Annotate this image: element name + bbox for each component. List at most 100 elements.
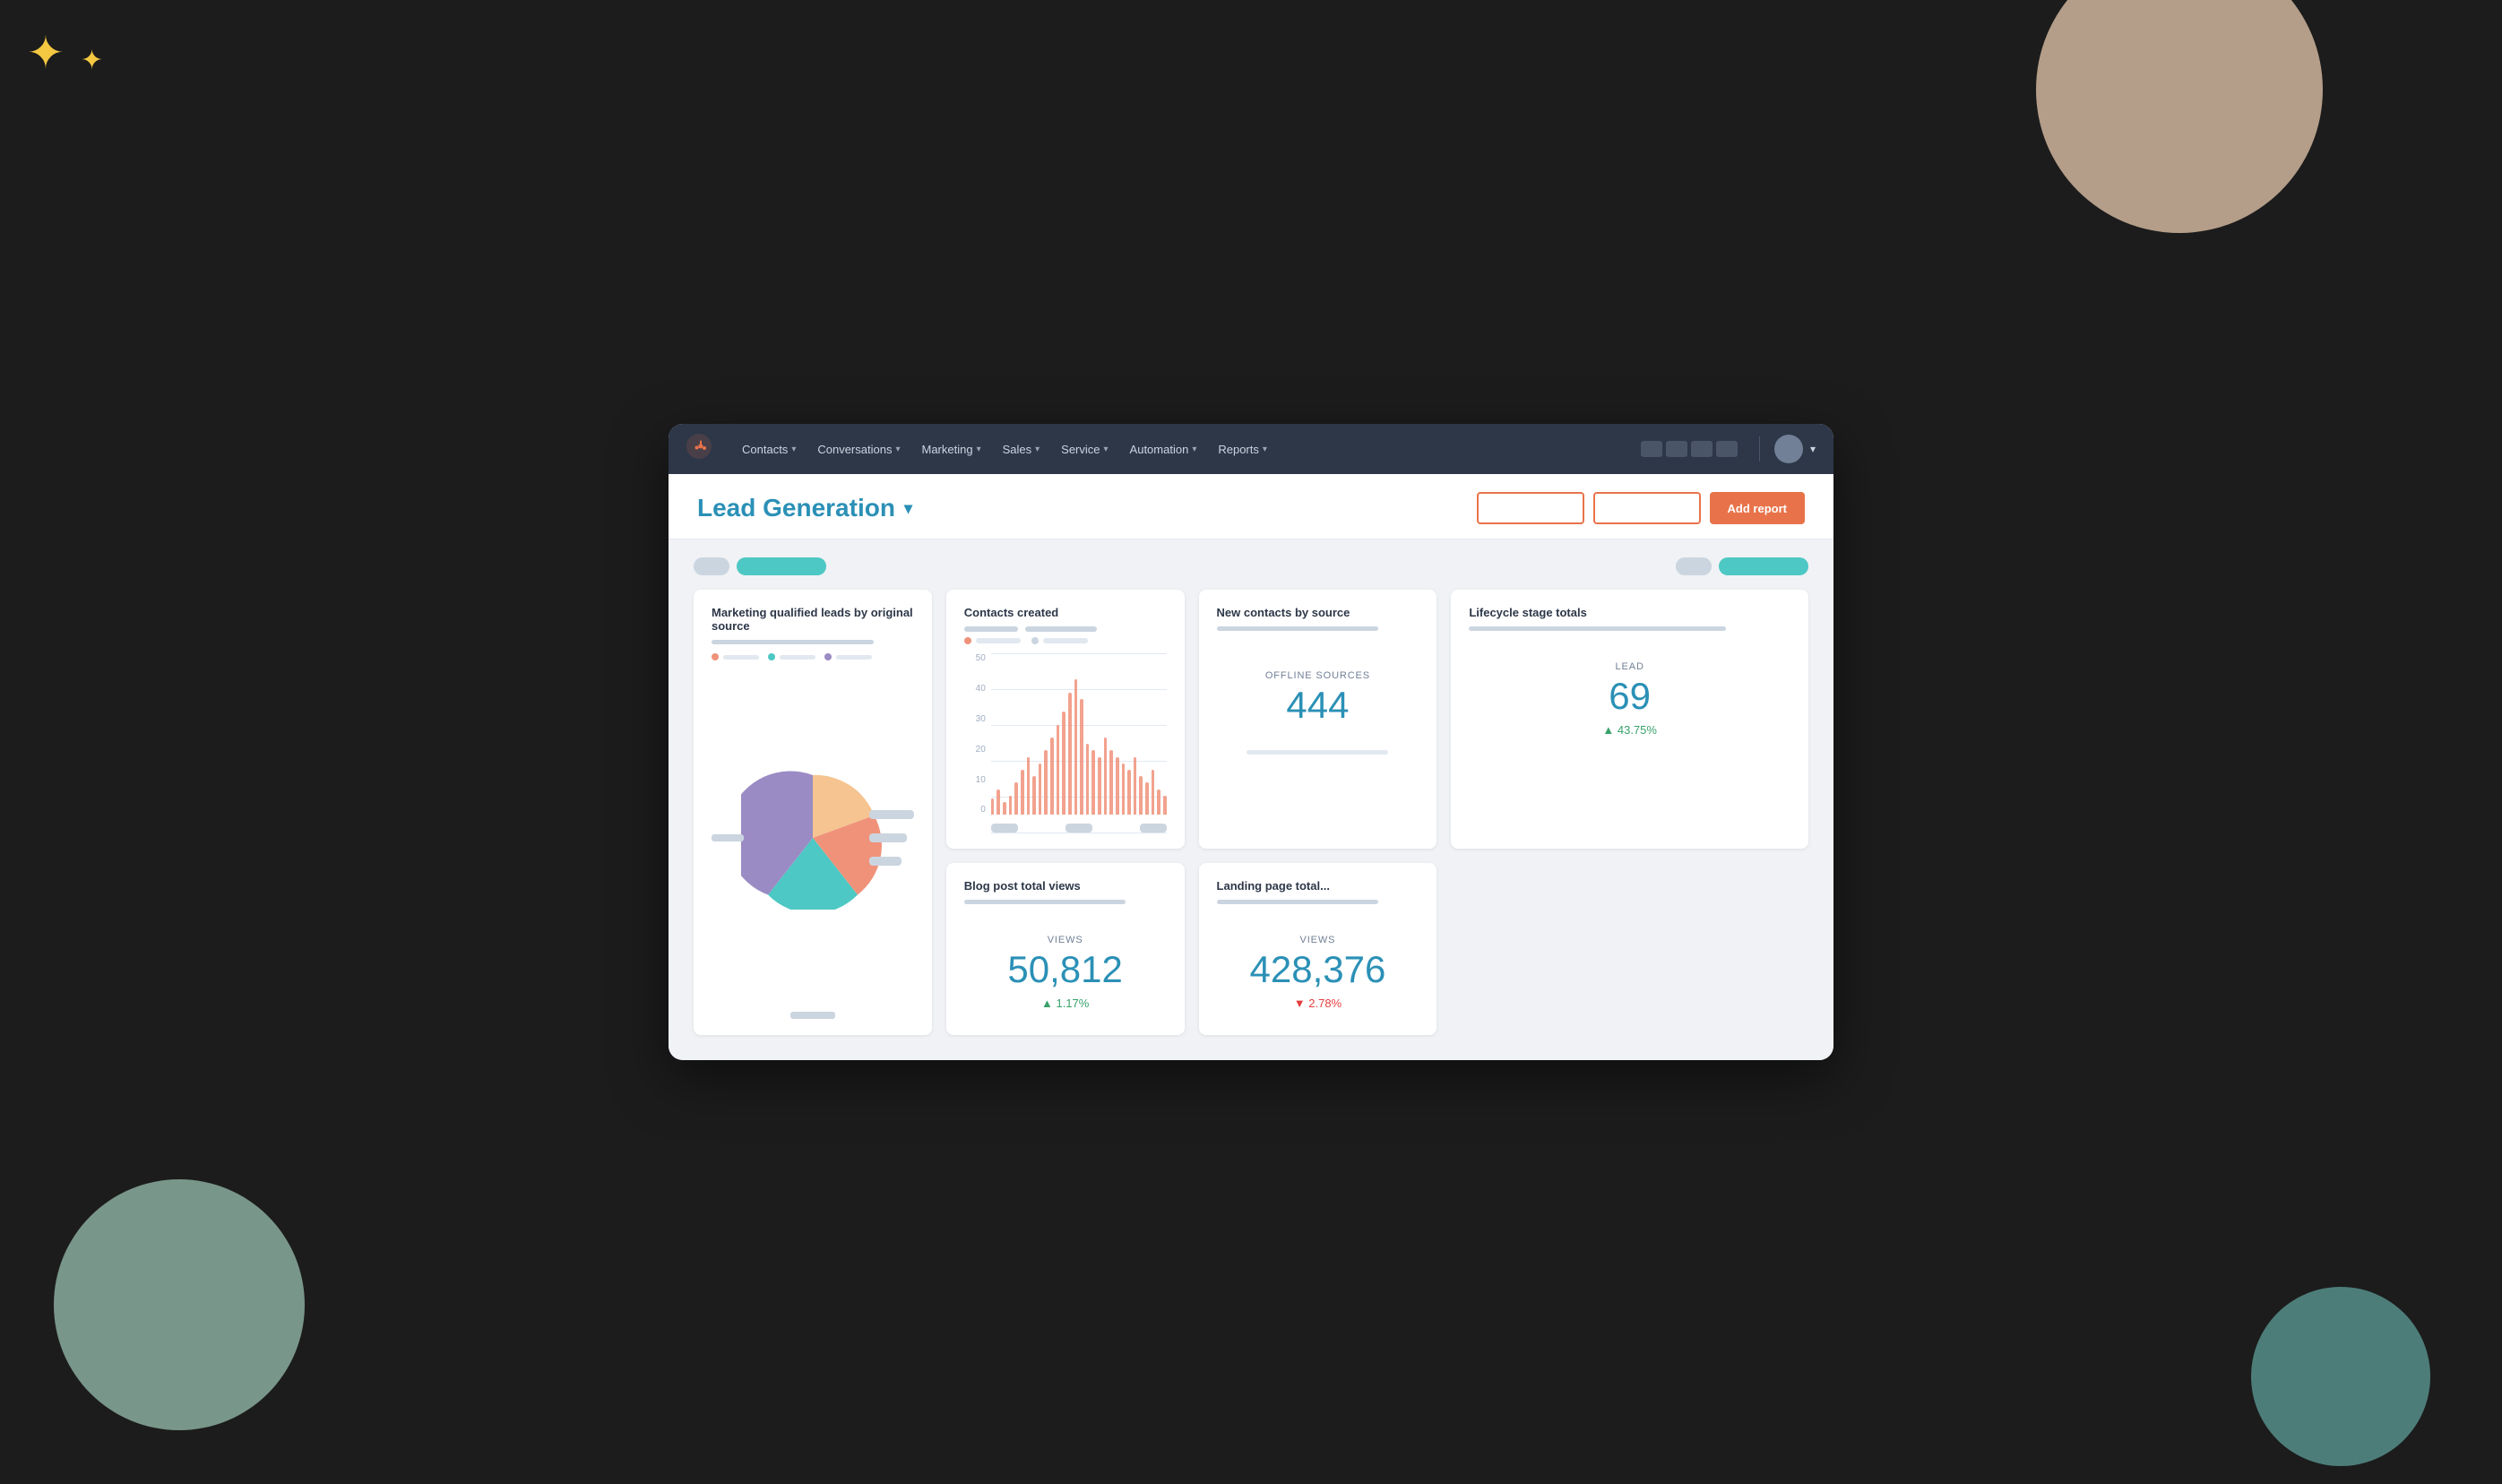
- filter-pill-2[interactable]: [737, 557, 826, 575]
- nav-conversations-label: Conversations: [817, 443, 892, 456]
- chart-y-labels: 50 40 30 20 10 0: [964, 653, 986, 815]
- pie-chart-area: [712, 671, 914, 1004]
- ls-category: LEAD: [1469, 661, 1790, 672]
- cc-bar-2: [1025, 626, 1097, 632]
- bg-circle-green: [54, 1179, 305, 1430]
- pie-dot-1: [712, 653, 719, 660]
- bar-22: [1122, 764, 1126, 815]
- nav-item-automation[interactable]: Automation ▾: [1121, 437, 1206, 462]
- nav-reports-label: Reports: [1218, 443, 1259, 456]
- bar-8: [1039, 764, 1042, 815]
- nav-item-marketing[interactable]: Marketing ▾: [912, 437, 989, 462]
- ls-subtitle-bar: [1469, 626, 1726, 631]
- y-label-40: 40: [964, 684, 986, 694]
- header-actions: Add report: [1477, 492, 1805, 524]
- dashboard-header: Lead Generation ▾ Add report: [669, 474, 1833, 539]
- hubspot-logo[interactable]: [686, 434, 712, 464]
- pie-side-label-1: [869, 810, 914, 819]
- browser-window: Contacts ▾ Conversations ▾ Marketing ▾ S…: [669, 424, 1833, 1059]
- y-label-20: 20: [964, 745, 986, 755]
- lifecycle-title: Lifecycle stage totals: [1469, 606, 1790, 619]
- lp-change-value: 2.78%: [1308, 997, 1342, 1010]
- arrow-up-icon: ▲: [1602, 723, 1614, 737]
- nav-grid-icon-1[interactable]: [1641, 441, 1662, 457]
- star-large-icon: ✦: [27, 27, 65, 79]
- filter-button-1[interactable]: [1477, 492, 1584, 524]
- nav-item-service[interactable]: Service ▾: [1052, 437, 1117, 462]
- nav-item-sales[interactable]: Sales ▾: [994, 437, 1049, 462]
- pie-legend-2: [768, 653, 815, 660]
- bar-26: [1145, 782, 1149, 815]
- cc-bar-1: [964, 626, 1018, 632]
- navbar: Contacts ▾ Conversations ▾ Marketing ▾ S…: [669, 424, 1833, 474]
- nav-item-reports[interactable]: Reports ▾: [1209, 437, 1276, 462]
- nav-marketing-label: Marketing: [921, 443, 972, 456]
- pie-chart-svg: [741, 766, 884, 910]
- nav-grid-icon-4[interactable]: [1716, 441, 1738, 457]
- bv-subtitle-bar: [964, 900, 1126, 904]
- new-contacts-title: New contacts by source: [1217, 606, 1419, 619]
- y-label-30: 30: [964, 714, 986, 724]
- pie-side-label-3: [869, 857, 902, 866]
- nav-grid-icon-2[interactable]: [1666, 441, 1687, 457]
- nav-avatar-chevron[interactable]: ▾: [1810, 443, 1816, 455]
- pie-legend-label-1: [723, 655, 759, 660]
- contacts-chart-area: 50 40 30 20 10 0: [964, 653, 1167, 833]
- bv-change: ▲ 1.17%: [964, 997, 1167, 1010]
- bar-27: [1152, 770, 1155, 815]
- dashboard-title: Lead Generation ▾: [697, 494, 912, 522]
- nav-conversations-chevron: ▾: [895, 444, 900, 454]
- nav-reports-chevron: ▾: [1263, 444, 1267, 454]
- filter-button-2[interactable]: [1593, 492, 1701, 524]
- contacts-created-card: Contacts created: [946, 590, 1185, 849]
- pie-legend-1: [712, 653, 759, 660]
- bar-20: [1109, 750, 1113, 815]
- bg-circle-teal: [2251, 1287, 2430, 1466]
- bv-arrow-icon: ▲: [1041, 997, 1053, 1010]
- bar-28: [1157, 789, 1160, 815]
- legend-label-1: [976, 638, 1021, 643]
- nav-item-conversations[interactable]: Conversations ▾: [808, 437, 909, 462]
- filter-pill-4[interactable]: [1719, 557, 1808, 575]
- pie-label-left: [712, 834, 744, 841]
- filter-pill-3[interactable]: [1676, 557, 1712, 575]
- bar-12: [1062, 712, 1066, 815]
- bv-stat-area: VIEWS 50,812 ▲ 1.17%: [964, 926, 1167, 1018]
- pie-dot-3: [824, 653, 832, 660]
- lp-arrow-icon: ▼: [1294, 997, 1306, 1010]
- nav-grid-icon-3[interactable]: [1691, 441, 1713, 457]
- pie-legend-label-3: [836, 655, 872, 660]
- bar-11: [1057, 725, 1060, 815]
- ncs-stat-area: OFFLINE SOURCES 444: [1217, 652, 1419, 735]
- bar-24: [1134, 757, 1137, 815]
- chart-legend: [964, 637, 1167, 644]
- nav-sales-chevron: ▾: [1035, 444, 1040, 454]
- lp-value: 428,376: [1217, 949, 1419, 990]
- lp-stat-area: VIEWS 428,376 ▼ 2.78%: [1217, 926, 1419, 1018]
- bar-13: [1068, 693, 1072, 815]
- add-report-button[interactable]: Add report: [1710, 492, 1805, 524]
- avatar[interactable]: [1774, 435, 1803, 463]
- pie-bottom-label: [790, 1012, 835, 1019]
- pie-left-label: [712, 834, 744, 841]
- pie-legend: [712, 653, 914, 660]
- filter-pill-1[interactable]: [694, 557, 729, 575]
- legend-label-2: [1043, 638, 1088, 643]
- chart-bars: [991, 653, 1167, 815]
- chart-x-labels: [991, 824, 1167, 833]
- nav-items: Contacts ▾ Conversations ▾ Marketing ▾ S…: [733, 437, 1634, 462]
- bar-9: [1044, 750, 1048, 815]
- navbar-right: ▾: [1641, 435, 1816, 463]
- lp-change: ▼ 2.78%: [1217, 997, 1419, 1010]
- title-chevron-icon[interactable]: ▾: [904, 499, 912, 518]
- page-wrapper: ✦ ✦ Contacts ▾ Conversations ▾: [0, 0, 2502, 1484]
- legend-item-1: [964, 637, 1021, 644]
- nav-service-chevron: ▾: [1104, 444, 1109, 454]
- bar-1: [996, 789, 1000, 815]
- ls-change: ▲ 43.75%: [1469, 723, 1790, 737]
- blog-title: Blog post total views: [964, 879, 1167, 893]
- nav-item-contacts[interactable]: Contacts ▾: [733, 437, 805, 462]
- new-contacts-by-source-card: New contacts by source OFFLINE SOURCES 4…: [1199, 590, 1437, 849]
- bar-6: [1027, 757, 1031, 815]
- legend-dot-2: [1031, 637, 1039, 644]
